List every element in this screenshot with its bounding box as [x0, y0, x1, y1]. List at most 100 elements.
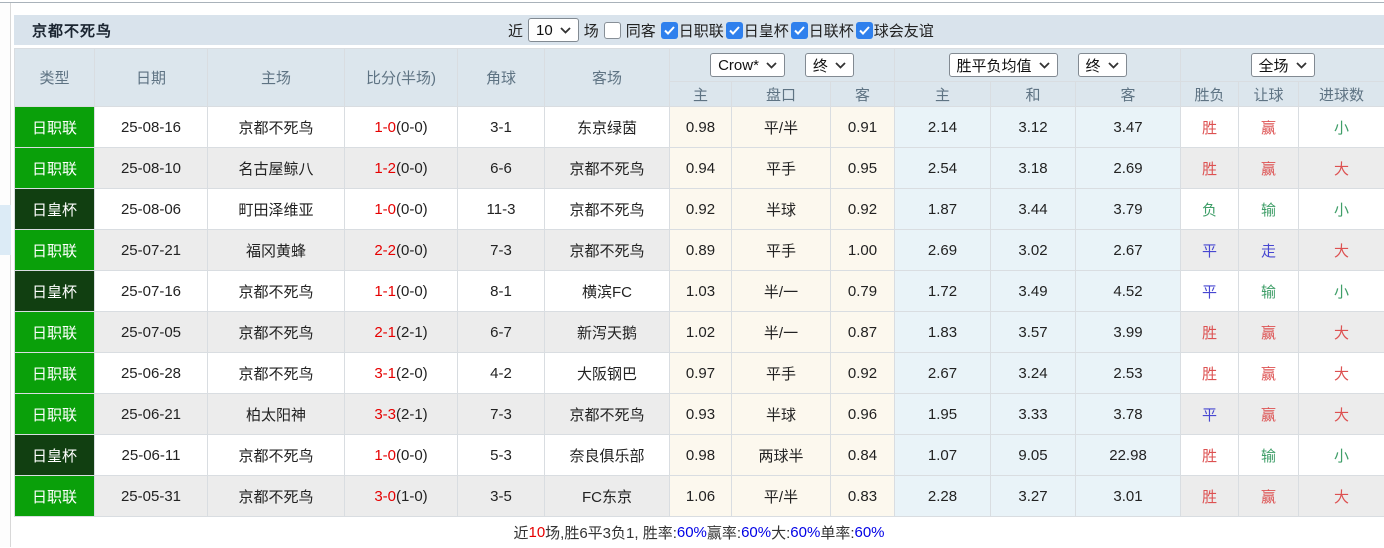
cell-date: 25-08-16 [95, 107, 208, 148]
cell-odds-handicap: 半球 [732, 189, 831, 230]
cell-avg-draw: 3.18 [991, 148, 1076, 189]
league-checkbox[interactable] [661, 22, 678, 39]
cell-result-handicap: 输 [1239, 271, 1299, 312]
league-filter-group: 日职联日皇杯日联杯球会友谊 [661, 20, 934, 41]
same-away-label: 同客 [626, 20, 656, 41]
cell-avg-away: 22.98 [1076, 435, 1181, 476]
cell-corners: 6-6 [458, 148, 545, 189]
cell-result-winloss: 胜 [1181, 476, 1239, 517]
recent-count-select[interactable]: 10 [528, 18, 579, 42]
cell-avg-away: 4.52 [1076, 271, 1181, 312]
subheader-avg-home: 主 [895, 82, 991, 107]
cell-odds-handicap: 半/一 [732, 271, 831, 312]
cell-result-goals: 大 [1299, 394, 1384, 435]
league-checkbox[interactable] [726, 22, 743, 39]
cell-corners: 6-7 [458, 312, 545, 353]
odds-group-header: Crow* 终 [670, 49, 895, 82]
cell-result-winloss: 负 [1181, 189, 1239, 230]
matches-suffix-label: 场 [584, 20, 599, 41]
matches-tbody: 日职联25-08-16京都不死鸟1-0(0-0)3-1东京绿茵0.98平/半0.… [15, 107, 1384, 517]
cell-corners: 5-3 [458, 435, 545, 476]
cell-date: 25-05-31 [95, 476, 208, 517]
summary-segment: 60% [790, 524, 820, 541]
table-row: 日皇杯25-07-16京都不死鸟1-1(0-0)8-1横滨FC1.03半/一0.… [15, 271, 1384, 312]
cell-avg-away: 3.99 [1076, 312, 1181, 353]
league-checkbox[interactable] [856, 22, 873, 39]
league-checkbox[interactable] [791, 22, 808, 39]
cell-home-team: 京都不死鸟 [208, 107, 345, 148]
cell-odds-home: 0.98 [670, 107, 732, 148]
cell-corners: 7-3 [458, 230, 545, 271]
avg-source-select[interactable]: 胜平负均值 [949, 53, 1058, 77]
score-fulltime: 1-0 [374, 201, 396, 218]
cell-avg-draw: 3.33 [991, 394, 1076, 435]
cell-result-handicap: 赢 [1239, 148, 1299, 189]
cell-home-team: 京都不死鸟 [208, 312, 345, 353]
cell-home-team: 名古屋鲸八 [208, 148, 345, 189]
cell-score: 3-0(1-0) [345, 476, 458, 517]
cell-home-team: 町田泽维亚 [208, 189, 345, 230]
cell-type: 日皇杯 [15, 271, 95, 312]
cell-result-handicap: 输 [1239, 189, 1299, 230]
avg-group-header: 胜平负均值 终 [895, 49, 1181, 82]
cell-corners: 3-5 [458, 476, 545, 517]
cell-result-winloss: 胜 [1181, 435, 1239, 476]
result-group-header: 全场 [1181, 49, 1384, 82]
cell-avg-home: 2.69 [895, 230, 991, 271]
cell-odds-handicap: 平手 [732, 148, 831, 189]
chevron-down-icon [1108, 62, 1119, 69]
subheader-handicap-result: 让球 [1239, 82, 1299, 107]
summary-segment: 60% [854, 524, 884, 541]
cell-odds-home: 0.98 [670, 435, 732, 476]
cell-score: 1-0(0-0) [345, 107, 458, 148]
chevron-down-icon [1296, 62, 1307, 69]
cell-result-winloss: 胜 [1181, 107, 1239, 148]
subheader-handicap: 盘口 [732, 82, 831, 107]
league-label: 日职联 [679, 20, 724, 41]
cell-odds-home: 0.97 [670, 353, 732, 394]
cell-score: 2-2(0-0) [345, 230, 458, 271]
team-recent-matches-panel: 京都不死鸟 近 10 场 同客 日职联日皇杯日联杯球会友谊 类型 [14, 15, 1384, 548]
same-away-checkbox[interactable] [604, 22, 621, 39]
cell-away-team: 奈良俱乐部 [545, 435, 670, 476]
cell-odds-away: 0.92 [831, 189, 895, 230]
cell-avg-home: 2.67 [895, 353, 991, 394]
cell-away-team: 京都不死鸟 [545, 148, 670, 189]
summary-segment: 近 [513, 522, 528, 543]
cell-type: 日职联 [15, 148, 95, 189]
odds-company-value: Crow* [718, 57, 759, 74]
odds-time-select-1[interactable]: 终 [805, 53, 854, 77]
cell-result-goals: 大 [1299, 476, 1384, 517]
cell-type: 日皇杯 [15, 435, 95, 476]
subheader-winloss: 胜负 [1181, 82, 1239, 107]
cell-result-winloss: 胜 [1181, 148, 1239, 189]
score-fulltime: 2-1 [374, 324, 396, 341]
cell-avg-draw: 3.49 [991, 271, 1076, 312]
cell-odds-handicap: 平/半 [732, 476, 831, 517]
cell-score: 1-2(0-0) [345, 148, 458, 189]
header-type: 类型 [15, 49, 95, 107]
header-date: 日期 [95, 49, 208, 107]
cell-odds-home: 1.06 [670, 476, 732, 517]
cell-avg-away: 3.47 [1076, 107, 1181, 148]
cell-score: 3-1(2-0) [345, 353, 458, 394]
cell-odds-away: 0.95 [831, 148, 895, 189]
cell-type: 日职联 [15, 230, 95, 271]
check-icon [859, 26, 870, 35]
cell-avg-away: 3.78 [1076, 394, 1181, 435]
cell-odds-away: 0.96 [831, 394, 895, 435]
cell-corners: 7-3 [458, 394, 545, 435]
header-home: 主场 [208, 49, 345, 107]
league-label: 日联杯 [809, 20, 854, 41]
scope-select[interactable]: 全场 [1251, 53, 1315, 77]
cell-avg-away: 2.67 [1076, 230, 1181, 271]
score-fulltime: 1-1 [374, 283, 396, 300]
odds-company-select[interactable]: Crow* [710, 53, 785, 77]
odds-time-select-2[interactable]: 终 [1078, 53, 1127, 77]
chevron-down-icon [560, 27, 571, 34]
cell-avg-home: 1.95 [895, 394, 991, 435]
cell-result-winloss: 胜 [1181, 312, 1239, 353]
cell-odds-away: 1.00 [831, 230, 895, 271]
cell-avg-draw: 3.02 [991, 230, 1076, 271]
cell-home-team: 柏太阳神 [208, 394, 345, 435]
